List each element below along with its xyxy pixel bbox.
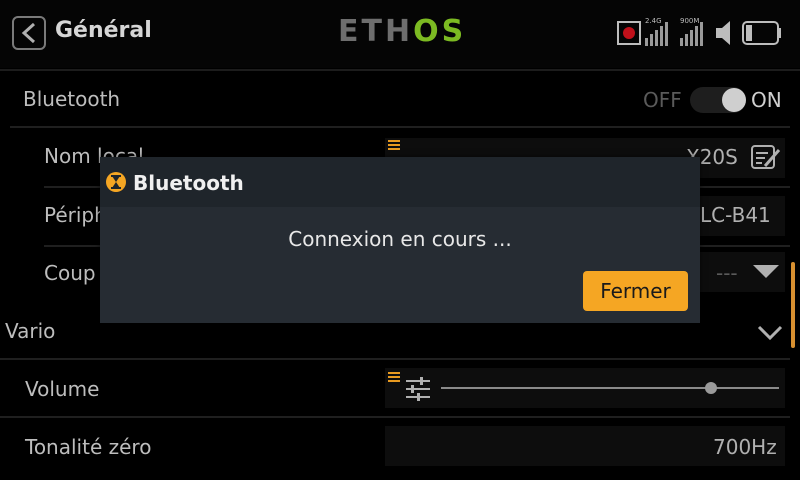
chevron-down-icon[interactable] <box>757 325 783 341</box>
dialog-title: Bluetooth <box>133 171 244 195</box>
back-chevron-icon <box>21 22 36 44</box>
menu-marker-icon <box>388 372 400 382</box>
toggle-on-label: ON <box>751 88 782 112</box>
dialog-title-bar: Bluetooth <box>100 157 700 207</box>
rf-band-label: 2.4G <box>645 17 662 25</box>
zero-tone-label: Tonalité zéro <box>25 435 152 459</box>
header-bar: Général ETHOS 2.4G 900M <box>0 0 800 68</box>
record-icon <box>617 21 641 45</box>
dialog-message: Connexion en cours ... <box>288 227 512 251</box>
zero-tone-value: 700Hz <box>713 435 777 459</box>
peripheral-value: LC-B41 <box>700 203 771 227</box>
back-button[interactable] <box>12 16 46 50</box>
divider <box>10 126 790 128</box>
coup-label: Coup <box>44 261 96 285</box>
toggle-off-label: OFF <box>643 88 682 112</box>
hourglass-icon <box>106 172 126 192</box>
status-icons: 2.4G 900M <box>616 16 786 48</box>
bluetooth-label: Bluetooth <box>23 87 121 111</box>
dropdown-arrow-icon <box>753 265 779 278</box>
peripheral-label: Périph <box>44 203 107 227</box>
battery-icon <box>742 21 781 45</box>
page-title: Général <box>55 18 152 43</box>
volume-label: Volume <box>25 377 100 401</box>
speaker-icon <box>716 21 730 45</box>
signal-900m-icon <box>680 22 703 46</box>
rf-900-label: 900M <box>680 17 699 25</box>
menu-marker-icon <box>388 140 400 150</box>
header-divider <box>0 69 800 71</box>
scrollbar[interactable] <box>791 262 795 348</box>
edit-icon[interactable] <box>751 144 781 170</box>
ethos-logo: ETHOS <box>338 14 467 49</box>
sliders-icon <box>406 377 430 401</box>
bluetooth-dialog: Bluetooth Connexion en cours ... Fermer <box>100 157 700 323</box>
coup-value: --- <box>716 261 738 285</box>
vario-label: Vario <box>5 319 56 343</box>
divider <box>0 416 790 418</box>
signal-2-4g-icon <box>645 22 668 46</box>
close-button[interactable]: Fermer <box>583 271 688 311</box>
volume-slider-track[interactable] <box>441 387 779 389</box>
toggle-knob[interactable] <box>722 88 746 112</box>
divider <box>0 358 790 360</box>
